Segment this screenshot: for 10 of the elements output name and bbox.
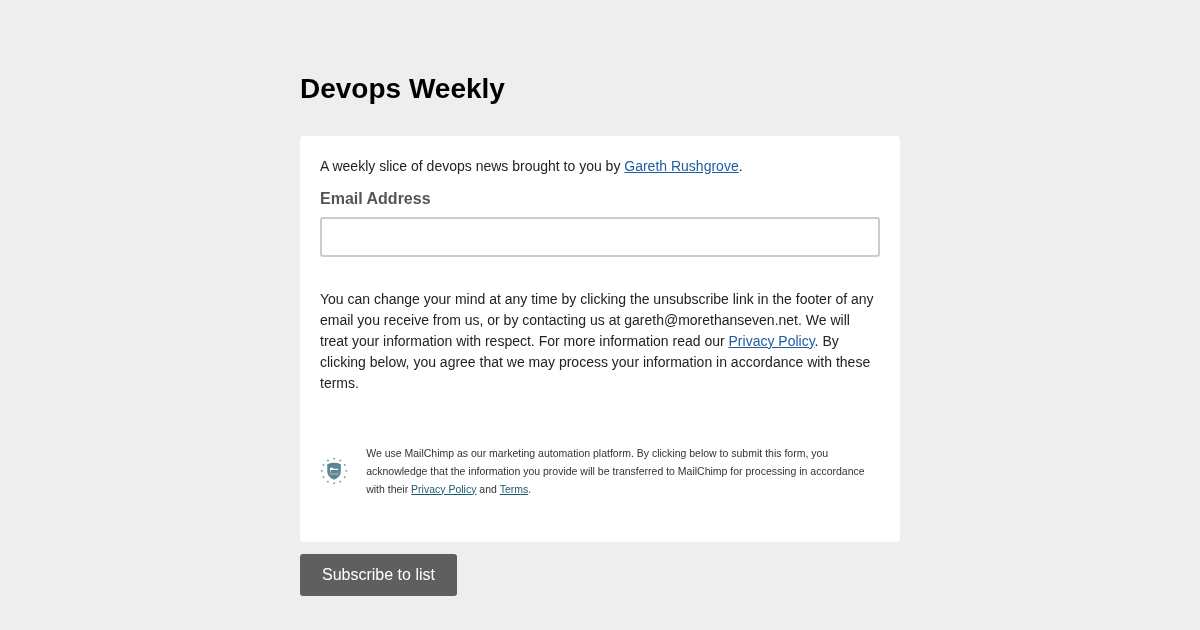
- link[interactable]: Privacy Policy: [728, 332, 815, 349]
- link[interactable]: Privacy Policy: [411, 482, 477, 495]
- page-title: Devops Weekly: [300, 72, 506, 106]
- subscribe-button[interactable]: Subscribe to list: [300, 553, 457, 596]
- email-input-field[interactable]: [320, 216, 880, 257]
- mailchimp-notice: We use MailChimp as our marketing automation platform. By clicking below to submit this form, you acknowledge that the information you provide will be transferred to MailChimp for processing in accordance with their Privacy Policy and Terms.: [366, 445, 866, 497]
- link[interactable]: Gareth Rushgrove: [624, 157, 739, 174]
- consent-paragraph: You can change your mind at any time by clicking the unsubscribe link in the footer of any email you receive from us, or by contacting us at gareth@morethanseven.net. We will treat your information with respect. For more information read our Privacy Policy. By clicking below, you agree that we may process your information in accordance with these terms.: [320, 289, 875, 393]
- intro-text: A weekly slice of devops news brought to you by Gareth Rushgrove.: [320, 156, 744, 176]
- field-label: Email Address: [320, 188, 432, 209]
